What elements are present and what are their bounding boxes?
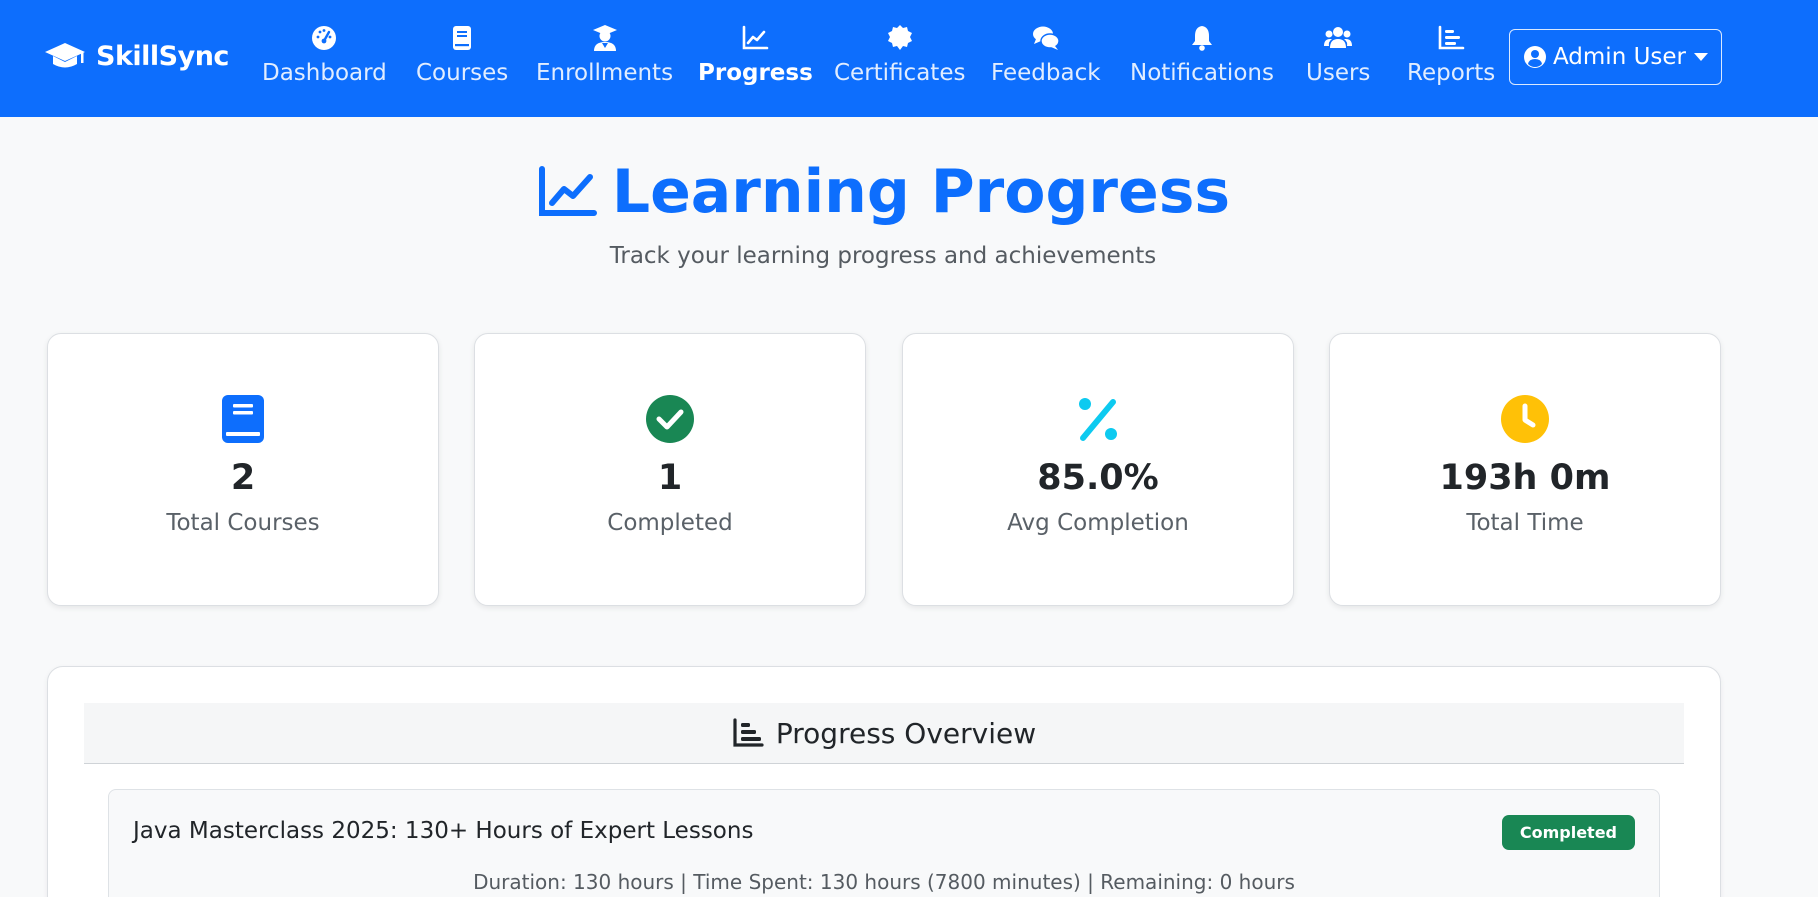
- page-title: Learning Progress: [0, 157, 1766, 227]
- page-subtitle: Track your learning progress and achieve…: [609, 243, 1157, 269]
- clock-icon: [1501, 395, 1549, 443]
- stat-value: 2: [230, 458, 256, 498]
- nav-item-certificates[interactable]: Certificates: [834, 24, 965, 88]
- top-navbar: SkillSync Dashboard Courses Enrollments …: [0, 0, 1818, 117]
- stat-label: Completed: [607, 510, 733, 536]
- nav-label-feedback: Feedback: [991, 60, 1101, 86]
- nav-label-enrollments: Enrollments: [536, 60, 674, 86]
- progress-overview-header: Progress Overview: [84, 703, 1684, 764]
- stat-label: Total Time: [1466, 510, 1584, 536]
- book-icon: [453, 26, 472, 50]
- chart-line-icon: [743, 25, 769, 50]
- percent-icon: [1079, 398, 1117, 441]
- course-title: Java Masterclass 2025: 130+ Hours of Exp…: [133, 818, 754, 844]
- user-menu-label: Admin User: [1552, 44, 1687, 70]
- certificate-icon: [887, 25, 912, 50]
- nav-label-notifications: Notifications: [1130, 60, 1274, 86]
- brand-logo[interactable]: SkillSync: [44, 40, 229, 72]
- stat-value: 1: [657, 458, 683, 498]
- nav-item-reports[interactable]: Reports: [1407, 24, 1495, 88]
- course-progress-item[interactable]: Java Masterclass 2025: 130+ Hours of Exp…: [108, 789, 1660, 897]
- nav-item-enrollments[interactable]: Enrollments: [536, 24, 673, 88]
- stat-card-completed: 1 Completed: [474, 333, 866, 606]
- stat-card-avg-completion: 85.0% Avg Completion: [902, 333, 1294, 606]
- bell-icon: [1191, 26, 1212, 51]
- brand-name: SkillSync: [96, 40, 229, 72]
- nav-label-certificates: Certificates: [834, 60, 966, 86]
- check-circle-icon: [646, 395, 694, 443]
- course-meta: Duration: 130 hours | Time Spent: 130 ho…: [473, 870, 1295, 894]
- nav-label-courses: Courses: [416, 60, 509, 86]
- nav-item-feedback[interactable]: Feedback: [991, 24, 1101, 88]
- chart-line-icon: [538, 166, 597, 216]
- nav-item-users[interactable]: Users: [1306, 24, 1370, 88]
- user-menu-button[interactable]: Admin User: [1509, 29, 1722, 85]
- nav-label-users: Users: [1306, 60, 1371, 86]
- tachometer-icon: [312, 26, 337, 50]
- nav-item-notifications[interactable]: Notifications: [1130, 24, 1274, 88]
- nav-label-reports: Reports: [1407, 60, 1496, 86]
- nav-item-courses[interactable]: Courses: [416, 24, 508, 88]
- book-icon: [222, 395, 264, 443]
- nav-item-progress[interactable]: Progress: [698, 24, 813, 88]
- graduation-cap-icon: [45, 43, 85, 68]
- nav-label-dashboard: Dashboard: [262, 60, 387, 86]
- chart-bar-icon: [733, 718, 764, 747]
- stat-card-total-time: 193h 0m Total Time: [1329, 333, 1721, 606]
- progress-overview-title: Progress Overview: [775, 716, 1037, 750]
- stat-label: Avg Completion: [1007, 510, 1189, 536]
- stat-label: Total Courses: [166, 510, 320, 536]
- stat-value: 85.0%: [1037, 458, 1159, 498]
- user-circle-icon: [1523, 46, 1546, 68]
- page-title-text: Learning Progress: [611, 157, 1231, 227]
- comments-icon: [1032, 26, 1060, 50]
- stat-card-total-courses: 2 Total Courses: [47, 333, 439, 606]
- nav-item-dashboard[interactable]: Dashboard: [262, 24, 387, 88]
- status-badge: Completed: [1501, 815, 1635, 850]
- chevron-down-icon: [1694, 53, 1709, 61]
- stat-value: 193h 0m: [1439, 458, 1611, 498]
- user-graduate-icon: [592, 25, 617, 51]
- chart-bar-icon: [1438, 25, 1465, 50]
- users-icon: [1324, 27, 1353, 48]
- progress-overview-card: Progress Overview Java Masterclass 2025:…: [47, 666, 1721, 897]
- nav-label-progress: Progress: [698, 60, 813, 86]
